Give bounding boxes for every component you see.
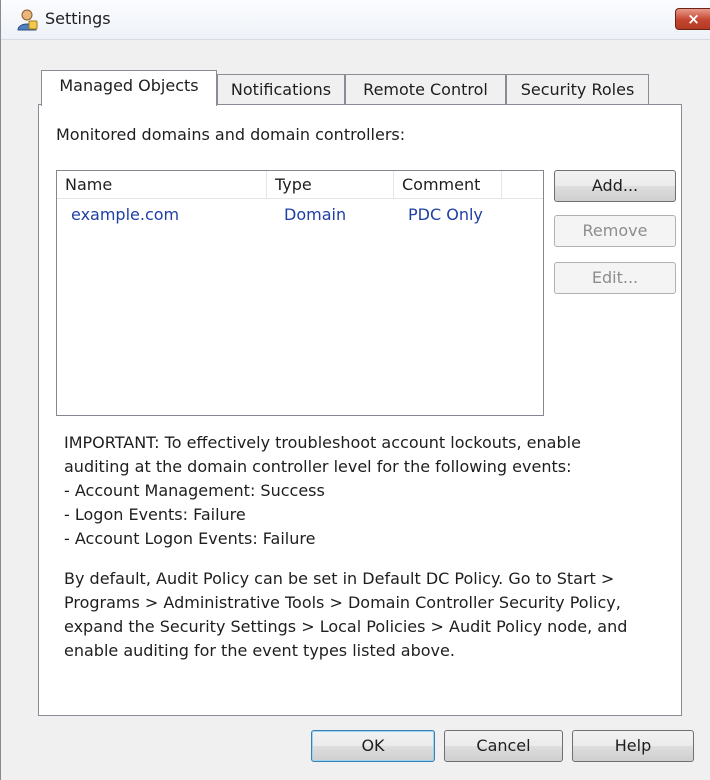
default-policy-line: Programs > Administrative Tools > Domain… [64,593,621,612]
domains-list[interactable]: Name Type Comment example.com Domain PDC… [56,170,544,416]
important-line: auditing at the domain controller level … [64,457,572,476]
default-policy-line: By default, Audit Policy can be set in D… [64,569,615,588]
ok-button[interactable]: OK [311,730,435,762]
list-header: Name Type Comment [57,171,543,199]
audit-instructions: IMPORTANT: To effectively troubleshoot a… [64,431,674,663]
row-name: example.com [71,205,180,224]
tab-notifications[interactable]: Notifications [217,74,345,105]
tab-label: Managed Objects [59,76,199,95]
default-policy-line: expand the Security Settings > Local Pol… [64,617,628,636]
tab-managed-objects[interactable]: Managed Objects [41,70,217,106]
important-line: - Account Logon Events: Failure [64,529,316,548]
managed-objects-panel: Monitored domains and domain controllers… [38,104,682,716]
table-row[interactable]: example.com Domain PDC Only [57,201,543,229]
important-line: - Account Management: Success [64,481,325,500]
row-type: Domain [284,205,347,224]
tab-label: Security Roles [520,80,635,99]
title-bar: Settings × [1,0,710,40]
important-line: IMPORTANT: To effectively troubleshoot a… [64,433,581,452]
cancel-button[interactable]: Cancel [444,730,563,762]
tab-security-roles[interactable]: Security Roles [506,74,649,105]
close-button[interactable]: × [675,8,710,30]
window-title: Settings [45,9,111,28]
tab-label: Remote Control [363,80,488,99]
column-header-name[interactable]: Name [57,171,267,199]
row-comment: PDC Only [408,205,483,224]
tab-remote-control[interactable]: Remote Control [345,74,506,105]
add-button[interactable]: Add... [554,170,676,202]
column-header-comment[interactable]: Comment [394,171,502,199]
settings-app-icon [15,8,39,32]
tab-label: Notifications [230,80,332,99]
important-line: - Logon Events: Failure [64,505,246,524]
section-label: Monitored domains and domain controllers… [56,125,406,144]
edit-button[interactable]: Edit... [554,262,676,294]
remove-button[interactable]: Remove [554,215,676,247]
default-policy-line: enable auditing for the event types list… [64,641,455,660]
settings-dialog: Settings × Managed Objects Notifications… [0,0,710,780]
column-header-type[interactable]: Type [267,171,394,199]
help-button[interactable]: Help [572,730,694,762]
close-icon: × [687,10,700,28]
